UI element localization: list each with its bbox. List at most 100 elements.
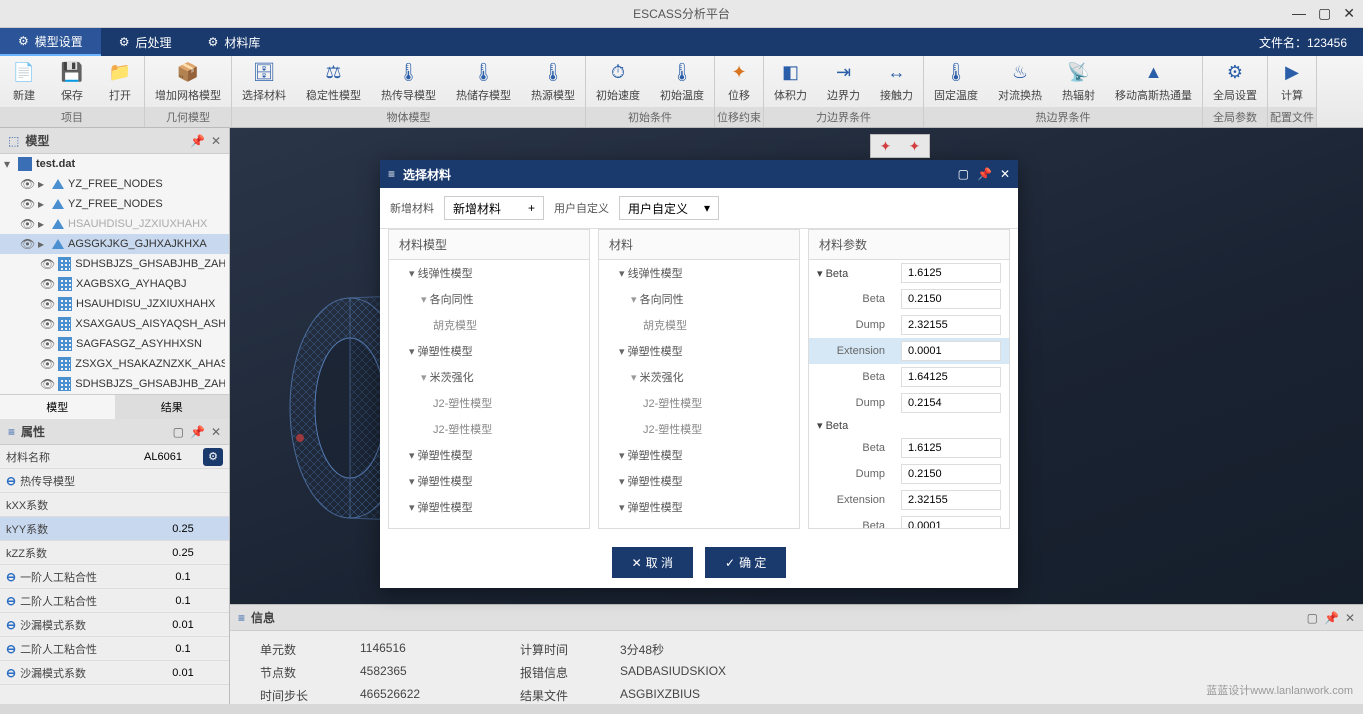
- collapse-icon[interactable]: ⊖: [6, 570, 16, 584]
- material-item[interactable]: J2-塑性模型: [599, 416, 799, 442]
- pin-icon[interactable]: 📌: [977, 167, 992, 181]
- collapse-icon[interactable]: ⊖: [6, 594, 16, 608]
- param-row[interactable]: Beta1.64125: [809, 364, 1009, 390]
- tab-model[interactable]: 模型: [0, 395, 115, 419]
- collapse-icon[interactable]: ⊖: [6, 666, 16, 680]
- model-tree[interactable]: ▾test.dat👁▸YZ_FREE_NODES👁▸YZ_FREE_NODES👁…: [0, 154, 229, 394]
- ribbon-接触力[interactable]: ↔接触力: [870, 56, 923, 107]
- tree-item[interactable]: 👁▸YZ_FREE_NODES: [0, 194, 229, 214]
- menu-材料库[interactable]: ⚙材料库: [190, 28, 279, 56]
- material-item[interactable]: 各向同性: [599, 286, 799, 312]
- param-value[interactable]: 1.6125: [901, 263, 1001, 283]
- param-value[interactable]: 1.64125: [901, 367, 1001, 387]
- prop-row[interactable]: ⊖ 沙漏模式系数0.01: [0, 661, 229, 685]
- param-value[interactable]: 0.2150: [901, 289, 1001, 309]
- material-item[interactable]: 弹塑性模型: [599, 338, 799, 364]
- menu-后处理[interactable]: ⚙后处理: [101, 28, 190, 56]
- pin-icon[interactable]: 📌: [190, 425, 205, 439]
- maximize-icon[interactable]: ▢: [1318, 5, 1331, 22]
- pin-icon[interactable]: 📌: [1324, 611, 1339, 625]
- param-row[interactable]: Beta: [809, 416, 1009, 435]
- plus-icon[interactable]: +: [528, 201, 535, 215]
- ribbon-热辐射[interactable]: 📡热辐射: [1052, 56, 1105, 107]
- material-item[interactable]: J2-塑性模型: [389, 390, 589, 416]
- ribbon-计算[interactable]: ▶计算: [1268, 56, 1316, 107]
- tab-result[interactable]: 结果: [115, 395, 230, 419]
- eye-icon[interactable]: 👁: [40, 337, 54, 351]
- material-item[interactable]: 线弹性模型: [599, 260, 799, 286]
- material-item[interactable]: 弹塑性模型: [599, 468, 799, 494]
- ribbon-初始速度[interactable]: ⏱初始速度: [586, 56, 650, 107]
- ribbon-边界力[interactable]: ⇥边界力: [817, 56, 870, 107]
- prop-row[interactable]: ⊖ 二阶人工粘合性0.1: [0, 637, 229, 661]
- material-item[interactable]: 弹塑性模型: [389, 468, 589, 494]
- restore-icon[interactable]: ▢: [173, 425, 184, 439]
- tree-item[interactable]: 👁SAGFASGZ_ASYHHXSN: [0, 334, 229, 354]
- tree-root[interactable]: ▾test.dat: [0, 154, 229, 174]
- tree-item[interactable]: 👁▸YZ_FREE_NODES: [0, 174, 229, 194]
- param-row[interactable]: Beta1.6125: [809, 260, 1009, 286]
- eye-icon[interactable]: 👁: [20, 217, 34, 231]
- close-icon[interactable]: ✕: [1343, 5, 1355, 22]
- prop-row[interactable]: kYY系数0.25: [0, 517, 229, 541]
- collapse-icon[interactable]: ⊖: [6, 618, 16, 632]
- gear-icon[interactable]: ⚙: [203, 448, 223, 466]
- ribbon-体积力[interactable]: ◧体积力: [764, 56, 817, 107]
- ribbon-移动高斯热通量[interactable]: ▲移动高斯热通量: [1105, 56, 1202, 107]
- eye-icon[interactable]: 👁: [40, 317, 54, 331]
- param-row[interactable]: Dump2.32155: [809, 312, 1009, 338]
- material-item[interactable]: 各向同性: [389, 286, 589, 312]
- tree-item[interactable]: 👁▸AGSGKJKG_GJHXAJKHXA: [0, 234, 229, 254]
- eye-icon[interactable]: 👁: [40, 297, 54, 311]
- eye-icon[interactable]: 👁: [20, 197, 34, 211]
- param-row[interactable]: Dump0.2154: [809, 390, 1009, 416]
- eye-icon[interactable]: 👁: [40, 257, 54, 271]
- axis-widget[interactable]: ✦✦: [870, 134, 930, 158]
- close-panel-icon[interactable]: ✕: [1345, 611, 1355, 625]
- ribbon-热源模型[interactable]: 🌡热源模型: [521, 56, 585, 107]
- param-row[interactable]: Beta0.2150: [809, 286, 1009, 312]
- param-value[interactable]: 0.0001: [901, 341, 1001, 361]
- param-value[interactable]: 0.2150: [901, 464, 1001, 484]
- ribbon-增加网格模型[interactable]: 📦增加网格模型: [145, 56, 231, 107]
- ribbon-保存[interactable]: 💾保存: [48, 56, 96, 107]
- restore-icon[interactable]: ▢: [1307, 611, 1318, 625]
- ribbon-位移[interactable]: ✦位移: [715, 56, 763, 107]
- material-item[interactable]: J2-塑性模型: [599, 390, 799, 416]
- param-row[interactable]: Dump0.2150: [809, 461, 1009, 487]
- tree-item[interactable]: 👁SDHSBJZS_GHSABJHB_ZAHU: [0, 374, 229, 394]
- prop-row[interactable]: ⊖ 二阶人工粘合性0.1: [0, 589, 229, 613]
- ribbon-稳定性模型[interactable]: ⚖稳定性模型: [296, 56, 371, 107]
- material-item[interactable]: 胡克模型: [389, 312, 589, 338]
- ribbon-初始温度[interactable]: 🌡初始温度: [650, 56, 714, 107]
- tree-item[interactable]: 👁SDHSBJZS_GHSABJHB_ZAHU: [0, 254, 229, 274]
- prop-row[interactable]: kXX系数: [0, 493, 229, 517]
- ribbon-全局设置[interactable]: ⚙全局设置: [1203, 56, 1267, 107]
- param-row[interactable]: Extension0.0001: [809, 338, 1009, 364]
- material-item[interactable]: 弹塑性模型: [389, 338, 589, 364]
- ribbon-新建[interactable]: 📄新建: [0, 56, 48, 107]
- ribbon-选择材料[interactable]: 🗄选择材料: [232, 56, 296, 107]
- material-item[interactable]: 米茨强化: [389, 364, 589, 390]
- param-value[interactable]: 1.6125: [901, 438, 1001, 458]
- tree-item[interactable]: 👁XSAXGAUS_AISYAQSH_ASHX: [0, 314, 229, 334]
- ribbon-打开[interactable]: 📁打开: [96, 56, 144, 107]
- ok-button[interactable]: ✓ 确 定: [705, 547, 786, 578]
- user-defined-combo[interactable]: 用户自定义▾: [619, 196, 719, 220]
- close-icon[interactable]: ✕: [1000, 167, 1010, 181]
- param-row[interactable]: Extension2.32155: [809, 487, 1009, 513]
- collapse-icon[interactable]: ⊖: [6, 642, 16, 656]
- minimize-icon[interactable]: —: [1292, 5, 1306, 22]
- param-row[interactable]: Beta0.0001: [809, 513, 1009, 528]
- add-material-combo[interactable]: 新增材料+: [444, 196, 544, 220]
- material-item[interactable]: 弹塑性模型: [389, 494, 589, 520]
- cancel-button[interactable]: ✕ 取 消: [612, 547, 693, 578]
- close-panel-icon[interactable]: ✕: [211, 425, 221, 439]
- param-value[interactable]: 2.32155: [901, 490, 1001, 510]
- prop-row[interactable]: kZZ系数0.25: [0, 541, 229, 565]
- material-item[interactable]: J2-塑性模型: [389, 416, 589, 442]
- prop-row[interactable]: ⊖ 热传导模型: [0, 469, 229, 493]
- tree-item[interactable]: 👁ZSXGX_HSAKAZNZXK_AHASX: [0, 354, 229, 374]
- tree-item[interactable]: 👁XAGBSXG_AYHAQBJ: [0, 274, 229, 294]
- ribbon-对流换热[interactable]: ♨对流换热: [988, 56, 1052, 107]
